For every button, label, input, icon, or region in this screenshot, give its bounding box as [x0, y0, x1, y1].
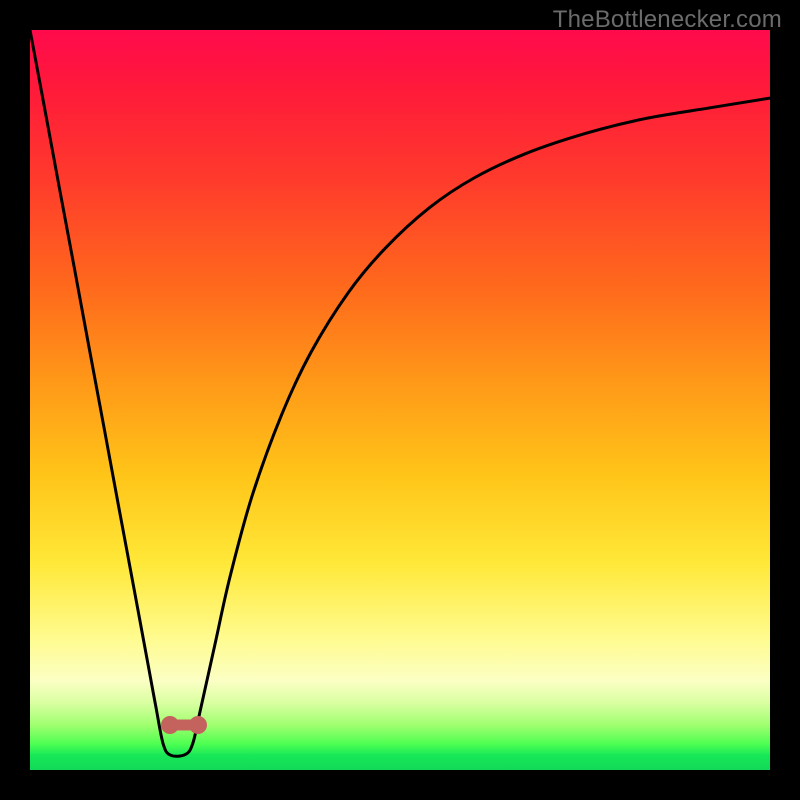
plot-area [30, 30, 770, 770]
curve-layer [30, 30, 770, 770]
left-foot-dot [161, 716, 179, 734]
curve-svg [30, 30, 770, 770]
main-curve [30, 30, 770, 756]
chart-frame: TheBottlenecker.com [0, 0, 800, 800]
right-foot-dot [189, 716, 207, 734]
